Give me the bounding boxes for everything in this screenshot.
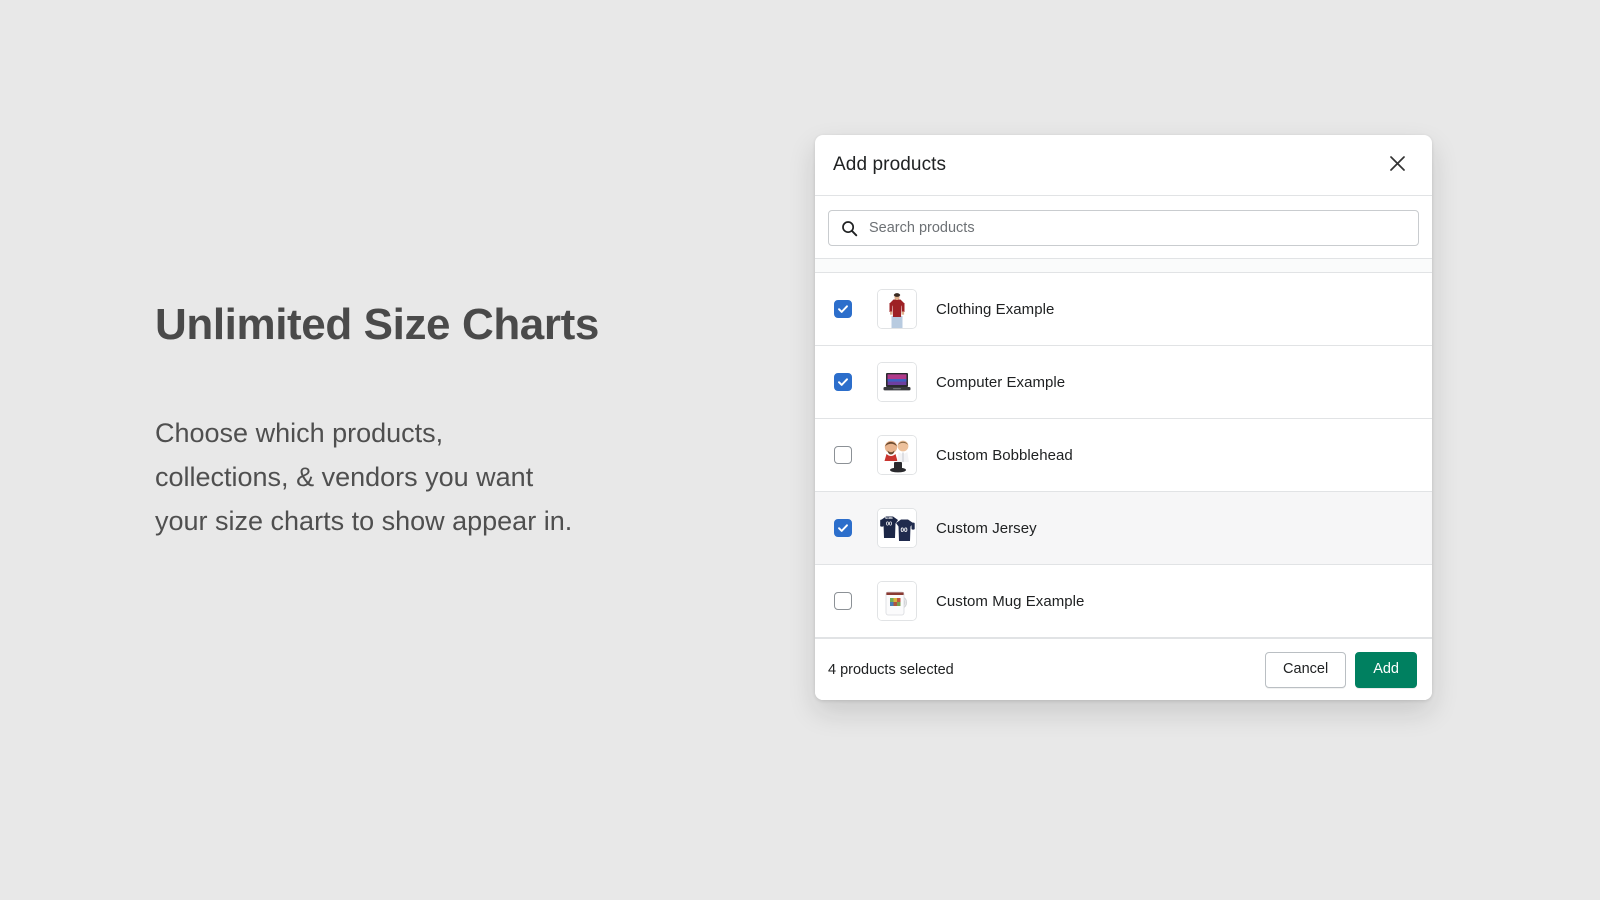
product-checkbox-custom-bobblehead[interactable] <box>834 446 852 464</box>
bobblehead-thumbnail <box>877 435 917 475</box>
svg-text:NAME: NAME <box>885 516 893 520</box>
search-input[interactable] <box>859 220 1418 236</box>
search-section <box>815 196 1432 258</box>
product-name: Custom Jersey <box>936 519 1037 537</box>
product-list[interactable]: Clothing Example Computer Example Custom… <box>815 258 1432 638</box>
search-icon <box>839 218 859 238</box>
svg-text:00: 00 <box>900 527 908 534</box>
selected-count-label: 4 products selected <box>828 661 954 678</box>
close-button[interactable] <box>1380 148 1414 182</box>
laptop-thumbnail <box>877 362 917 402</box>
product-checkbox-custom-jersey[interactable] <box>834 519 852 537</box>
page-title: Unlimited Size Charts <box>155 300 599 349</box>
product-row-custom-jersey[interactable]: 00 NAME 00 Custom Jersey <box>815 492 1432 565</box>
product-row-computer-example[interactable]: Computer Example <box>815 346 1432 419</box>
product-name: Custom Bobblehead <box>936 446 1073 464</box>
promo-line-1: Choose which products, <box>155 417 444 448</box>
tshirt-thumbnail <box>877 289 917 329</box>
jersey-thumbnail: 00 NAME 00 <box>877 508 917 548</box>
modal-header: Add products <box>815 135 1432 196</box>
add-button[interactable]: Add <box>1355 651 1417 688</box>
footer-actions: Cancel Add <box>1265 651 1417 688</box>
modal-title: Add products <box>833 154 947 175</box>
list-scroll-sliver <box>815 259 1432 273</box>
mug-thumbnail <box>877 581 917 621</box>
product-name: Computer Example <box>936 373 1066 391</box>
page-root: Unlimited Size Charts Choose which produ… <box>0 0 1600 900</box>
promo-description: Choose which products, collections, & ve… <box>155 411 775 543</box>
product-checkbox-custom-mug-example[interactable] <box>834 592 852 610</box>
product-row-custom-mug-example[interactable]: Custom Mug Example <box>815 565 1432 638</box>
product-name: Custom Mug Example <box>936 592 1085 610</box>
product-checkbox-clothing-example[interactable] <box>834 300 852 318</box>
close-icon <box>1388 154 1407 176</box>
product-checkbox-computer-example[interactable] <box>834 373 852 391</box>
promo-section: Unlimited Size Charts Choose which produ… <box>155 300 775 543</box>
promo-line-2: collections, & vendors you want <box>155 461 534 492</box>
search-box[interactable] <box>828 210 1419 246</box>
cancel-button[interactable]: Cancel <box>1265 651 1347 688</box>
product-row-custom-bobblehead[interactable]: Custom Bobblehead <box>815 419 1432 492</box>
add-products-modal: Add products Search products Clothing Ex… <box>815 135 1432 700</box>
svg-text:00: 00 <box>886 522 892 528</box>
product-name: Clothing Example <box>936 300 1055 318</box>
promo-line-3: your size charts to show appear in. <box>155 505 573 536</box>
modal-footer: 4 products selected Cancel Add <box>815 638 1432 700</box>
product-row-clothing-example[interactable]: Clothing Example <box>815 273 1432 346</box>
